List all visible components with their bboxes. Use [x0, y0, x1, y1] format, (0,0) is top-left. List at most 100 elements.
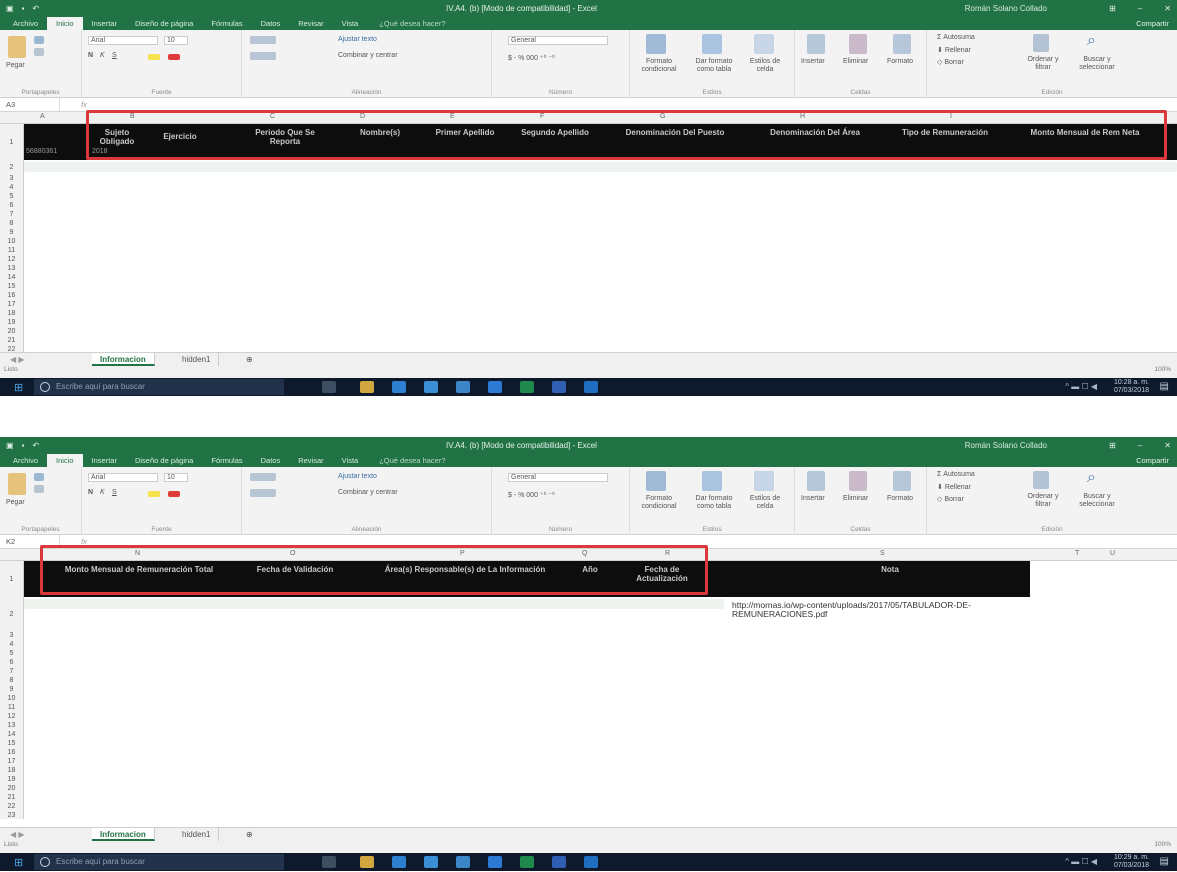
row-number[interactable]: 2	[0, 162, 23, 174]
user-name[interactable]: Román Solano Collado	[917, 4, 1047, 13]
fill-button[interactable]: ⬇ Rellenar	[937, 483, 971, 491]
row-number[interactable]: 20	[0, 784, 23, 793]
row-number[interactable]: 8	[0, 219, 23, 228]
add-sheet-icon[interactable]: ⊕	[238, 353, 261, 366]
row-number[interactable]: 23	[0, 811, 23, 820]
edge-icon[interactable]	[392, 381, 406, 393]
file-explorer-icon[interactable]	[360, 381, 374, 393]
row-number[interactable]: 11	[0, 703, 23, 712]
tab-formulas[interactable]: Fórmulas	[202, 454, 251, 467]
task-view-icon[interactable]	[322, 856, 336, 868]
excel-taskbar-icon[interactable]	[520, 381, 534, 393]
underline-button[interactable]: S	[112, 489, 117, 496]
tab-insertar[interactable]: Insertar	[83, 17, 126, 30]
column-header[interactable]: A	[40, 113, 45, 120]
row-number[interactable]: 10	[0, 694, 23, 703]
tab-archivo[interactable]: Archivo	[4, 17, 47, 30]
nota-link[interactable]: http://mornas.io/wp-content/uploads/2017…	[732, 601, 1032, 619]
fill-color-icon[interactable]	[148, 491, 160, 497]
cell-styles-button[interactable]: Estilos de celda	[744, 58, 786, 74]
row-number[interactable]: 9	[0, 685, 23, 694]
align-left-icon[interactable]	[250, 489, 276, 497]
italic-button[interactable]: K	[100, 52, 105, 59]
cell-styles-icon[interactable]	[754, 471, 774, 491]
format-cells-icon[interactable]	[893, 471, 911, 491]
row-number[interactable]: 22	[0, 802, 23, 811]
insert-cells-button[interactable]: Insertar	[801, 58, 825, 65]
sort-filter-button[interactable]: Ordenar y filtrar	[1023, 56, 1063, 72]
row-number[interactable]: 4	[0, 183, 23, 192]
sort-filter-icon[interactable]	[1033, 471, 1049, 489]
column-header[interactable]: U	[1110, 550, 1115, 557]
tab-archivo[interactable]: Archivo	[4, 454, 47, 467]
cut-icon[interactable]	[34, 36, 44, 44]
row-number[interactable]: 21	[0, 336, 23, 345]
autosum-button[interactable]: Σ Autosuma	[937, 471, 975, 478]
delete-cells-icon[interactable]	[849, 34, 867, 54]
sheet-tab-hidden1[interactable]: hidden1	[174, 353, 220, 366]
excel-taskbar-icon[interactable]	[520, 856, 534, 868]
word-taskbar-icon[interactable]	[552, 381, 566, 393]
paste-icon[interactable]	[8, 36, 26, 58]
clear-button[interactable]: ◇ Borrar	[937, 495, 964, 503]
cut-icon[interactable]	[34, 473, 44, 481]
row-number[interactable]: 17	[0, 300, 23, 309]
row-number[interactable]: 7	[0, 210, 23, 219]
add-sheet-icon[interactable]: ⊕	[238, 828, 261, 841]
conditional-format-icon[interactable]	[646, 34, 666, 54]
row-number[interactable]: 12	[0, 712, 23, 721]
row-number[interactable]: 14	[0, 273, 23, 282]
merge-center-button[interactable]: Combinar y centrar	[338, 489, 398, 496]
italic-button[interactable]: K	[100, 489, 105, 496]
search-icon[interactable]: ⌕	[1087, 32, 1096, 50]
sort-filter-button[interactable]: Ordenar y filtrar	[1023, 493, 1063, 509]
font-name-select[interactable]: Arial	[88, 36, 158, 45]
delete-cells-button[interactable]: Eliminar	[843, 58, 868, 65]
format-as-table-button[interactable]: Dar formato como tabla	[688, 495, 740, 511]
number-format-select[interactable]: General	[508, 473, 608, 482]
taskbar-search[interactable]: Escribe aquí para buscar	[34, 854, 284, 870]
tab-inicio[interactable]: Inicio	[47, 17, 83, 30]
chrome-icon[interactable]	[488, 381, 502, 393]
windows-start-icon[interactable]: ⊞	[14, 856, 23, 869]
row-number[interactable]: 8	[0, 676, 23, 685]
format-cells-button[interactable]: Formato	[887, 58, 913, 65]
font-color-icon[interactable]	[168, 491, 180, 497]
row-number[interactable]: 19	[0, 318, 23, 327]
format-cells-button[interactable]: Formato	[887, 495, 913, 502]
close-icon[interactable]: ✕	[1164, 4, 1171, 13]
ribbon-display-icon[interactable]: ⊞	[1109, 4, 1116, 13]
close-icon[interactable]: ✕	[1164, 441, 1171, 450]
tab-vista[interactable]: Vista	[333, 17, 368, 30]
tab-inicio[interactable]: Inicio	[47, 454, 83, 467]
conditional-format-icon[interactable]	[646, 471, 666, 491]
row-number[interactable]: 17	[0, 757, 23, 766]
copy-icon[interactable]	[34, 48, 44, 56]
row-number[interactable]: 5	[0, 192, 23, 201]
notifications-icon[interactable]: ▤	[1160, 381, 1169, 392]
row-number[interactable]: 10	[0, 237, 23, 246]
save-icon[interactable]: ▪	[22, 4, 25, 13]
save-icon[interactable]: ▪	[22, 441, 25, 450]
sheet-tab-informacion[interactable]: Informacion	[92, 353, 155, 366]
app-icon[interactable]	[456, 856, 470, 868]
word-taskbar-icon[interactable]	[552, 856, 566, 868]
format-table-icon[interactable]	[702, 471, 722, 491]
row-number[interactable]: 1	[0, 124, 23, 162]
row-number[interactable]: 18	[0, 766, 23, 775]
row-number[interactable]: 3	[0, 631, 23, 640]
wrap-text-button[interactable]: Ajustar texto	[338, 36, 377, 43]
share-button[interactable]: Compartir	[1128, 454, 1177, 467]
user-name[interactable]: Román Solano Collado	[917, 441, 1047, 450]
cell-a2-value[interactable]: 56880361	[26, 148, 57, 155]
clock[interactable]: 10:29 a. m. 07/03/2018	[1114, 854, 1149, 870]
tab-revisar[interactable]: Revisar	[289, 454, 332, 467]
task-view-icon[interactable]	[322, 381, 336, 393]
windows-start-icon[interactable]: ⊞	[14, 381, 23, 394]
currency-buttons[interactable]: $ - % 000 ⁺⁰ ⁻⁰	[508, 54, 555, 62]
cell-styles-icon[interactable]	[754, 34, 774, 54]
font-name-select[interactable]: Arial	[88, 473, 158, 482]
header-cell[interactable]: Nota	[840, 565, 940, 574]
conditional-format-button[interactable]: Formato condicional	[634, 495, 684, 511]
copy-icon[interactable]	[34, 485, 44, 493]
